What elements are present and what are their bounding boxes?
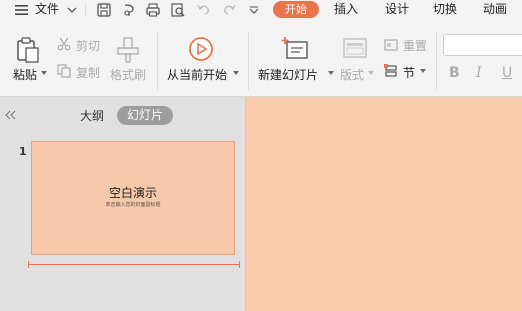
divider	[157, 32, 158, 90]
copy-icon[interactable]	[57, 64, 71, 78]
paste-dropdown-icon[interactable]	[40, 69, 48, 77]
underline-button[interactable]: U	[502, 65, 512, 81]
save-icon[interactable]	[96, 2, 112, 18]
slide-number: 1	[19, 145, 27, 158]
new-slide-button[interactable]: 新建幻灯片	[258, 66, 318, 83]
reset-button[interactable]: 重置	[403, 37, 427, 54]
section-dropdown-icon[interactable]	[419, 67, 427, 75]
tab-slides[interactable]: 幻灯片	[117, 106, 173, 125]
section-button[interactable]: 节	[403, 64, 415, 81]
play-from-current-button[interactable]: 从当前开始	[167, 66, 227, 83]
ribbon-toolbar: 粘贴 剪切 复制 格式刷 从当前开始 新建幻灯片 版式 重置 节 B I U	[0, 24, 522, 97]
quick-access-dropdown-icon[interactable]	[248, 4, 260, 16]
file-menu[interactable]: 文件	[35, 0, 59, 24]
paste-icon[interactable]	[14, 36, 42, 64]
italic-button[interactable]: I	[476, 65, 482, 81]
layout-dropdown-icon[interactable]	[367, 69, 375, 77]
format-painter-button[interactable]: 格式刷	[110, 66, 146, 83]
layout-button[interactable]: 版式	[340, 66, 364, 83]
redo-icon[interactable]	[221, 2, 237, 18]
print-preview-icon[interactable]	[170, 2, 186, 18]
cut-button[interactable]: 剪切	[76, 37, 100, 54]
reset-icon[interactable]	[384, 38, 398, 52]
slide-canvas[interactable]	[246, 97, 522, 311]
tab-insert[interactable]: 插入	[334, 0, 358, 24]
insertion-marker	[28, 261, 240, 268]
slide-panel: 大纲 幻灯片 1 空白演示 单击输入您的封面副标题	[0, 97, 246, 311]
thumbnail-title: 空白演示	[108, 186, 157, 200]
divider	[85, 3, 86, 17]
font-name-input[interactable]	[443, 34, 522, 56]
tab-home[interactable]: 开始	[273, 1, 319, 18]
new-slide-icon[interactable]	[281, 36, 309, 62]
layout-icon[interactable]	[341, 36, 369, 62]
print-icon[interactable]	[145, 2, 161, 18]
thumbnail-subtitle: 单击输入您的封面副标题	[105, 202, 161, 208]
tab-transitions[interactable]: 切换	[433, 0, 457, 24]
format-painter-icon[interactable]	[115, 36, 141, 64]
play-from-current-icon[interactable]	[188, 36, 214, 62]
bold-button[interactable]: B	[449, 65, 460, 81]
undo-icon[interactable]	[196, 2, 212, 18]
new-slide-dropdown-icon[interactable]	[327, 69, 335, 77]
export-icon[interactable]	[121, 2, 137, 18]
tab-design[interactable]: 设计	[385, 0, 409, 24]
play-dropdown-icon[interactable]	[232, 69, 240, 77]
paste-button[interactable]: 粘贴	[13, 66, 37, 83]
hamburger-menu-icon[interactable]	[14, 3, 30, 17]
divider	[436, 32, 437, 90]
chevron-down-icon[interactable]	[66, 4, 78, 16]
menu-bar: 文件 开始 插入 设计 切换 动画	[0, 0, 522, 24]
cut-icon[interactable]	[57, 37, 71, 51]
tab-outline[interactable]: 大纲	[80, 107, 104, 124]
section-icon[interactable]	[384, 64, 398, 78]
collapse-panel-icon[interactable]	[5, 110, 17, 120]
copy-button[interactable]: 复制	[76, 64, 100, 81]
divider	[248, 32, 249, 90]
tab-animations[interactable]: 动画	[483, 0, 507, 24]
slide-thumbnail[interactable]: 空白演示 单击输入您的封面副标题	[31, 141, 235, 255]
